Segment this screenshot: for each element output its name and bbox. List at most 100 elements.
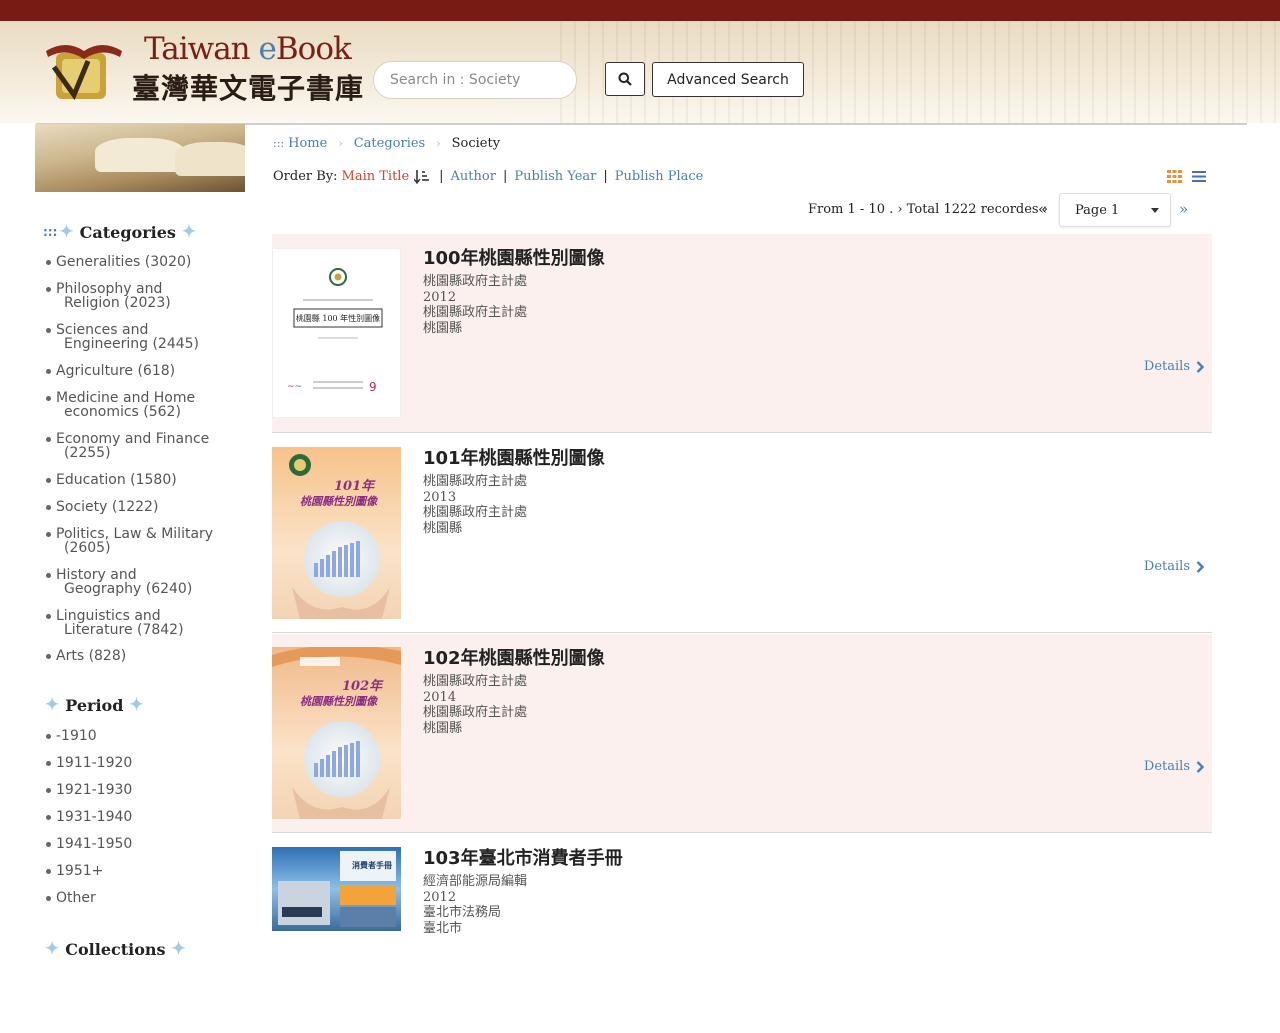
sidebar-book-image xyxy=(35,124,245,192)
star-ornament-icon: ✦ xyxy=(59,222,74,242)
category-item[interactable]: Generalities (3020) xyxy=(46,255,236,269)
result-meta: 桃園縣政府主計處 2014 桃園縣政府主計處 桃園縣 xyxy=(423,674,527,736)
result-publisher: 臺北市法務局 xyxy=(423,905,502,920)
category-item[interactable]: Medicine and Home economics (562) xyxy=(46,391,236,419)
chevron-right-icon xyxy=(1196,760,1204,773)
book-cover[interactable]: 102年 桃園縣性別圖像 xyxy=(272,647,401,819)
star-ornament-icon: ✦ xyxy=(181,222,197,242)
cover-graphic xyxy=(272,447,401,619)
result-meta: 桃園縣政府主計處 2013 桃園縣政府主計處 桃園縣 xyxy=(423,474,527,536)
categories-heading: ::: ✦ Categories ✦ xyxy=(43,222,197,242)
period-item[interactable]: 1951+ xyxy=(46,864,236,878)
breadcrumb: ::: Home › Categories › Society xyxy=(273,136,501,151)
breadcrumb-home[interactable]: Home xyxy=(288,136,327,151)
pagination: From 1 - 10 . › Total 1222 recordes › « … xyxy=(808,193,1198,229)
list-view-icon[interactable] xyxy=(1192,170,1206,183)
cover-year: 102年 xyxy=(342,679,383,694)
period-item[interactable]: 1911-1920 xyxy=(46,756,236,770)
star-ornament-icon: ✦ xyxy=(171,939,186,959)
cover-graphic: ~~ 9 xyxy=(287,268,383,394)
star-ornament-icon: ✦ xyxy=(45,695,60,715)
page-select[interactable]: Page 1 xyxy=(1059,193,1171,227)
search-icon xyxy=(618,72,632,86)
order-publish-year[interactable]: Publish Year xyxy=(514,169,596,184)
search-button[interactable] xyxy=(605,62,645,96)
cover-title: 消費者手冊 xyxy=(352,860,392,870)
category-item[interactable]: Philosophy and Religion (2023) xyxy=(46,282,236,310)
order-publish-place[interactable]: Publish Place xyxy=(615,169,704,184)
chevron-right-icon: › xyxy=(436,137,441,150)
result-author: 經濟部能源局編輯 xyxy=(423,874,528,889)
breadcrumb-categories[interactable]: Categories xyxy=(354,136,426,151)
logo-chinese: 臺灣華文電子書庫 xyxy=(132,72,365,105)
result-item: 102年 桃園縣性別圖像 102年桃園縣性別圖像 桃園縣政府主計處 2014 桃… xyxy=(272,634,1212,833)
first-page-button[interactable]: « xyxy=(1038,200,1047,218)
collections-heading: ✦ Collections ✦ xyxy=(45,939,186,959)
period-item[interactable]: 1931-1940 xyxy=(46,810,236,824)
category-item[interactable]: Society (1222) xyxy=(46,500,236,514)
result-author: 桃園縣政府主計處 xyxy=(423,674,528,689)
order-author[interactable]: Author xyxy=(451,169,496,184)
category-item[interactable]: Economy and Finance (2255) xyxy=(46,432,236,460)
chevron-right-icon: › xyxy=(338,137,343,150)
cover-title: 桃園縣 100 年性別圖像 xyxy=(295,314,381,323)
category-item[interactable]: Sciences and Engineering (2445) xyxy=(46,323,236,351)
result-meta: 桃園縣政府主計處 2012 桃園縣政府主計處 桃園縣 xyxy=(423,274,527,336)
next-page-button[interactable]: » xyxy=(1179,200,1188,218)
details-link[interactable]: Details xyxy=(1144,759,1204,774)
period-item[interactable]: 1921-1930 xyxy=(46,783,236,797)
order-main-title[interactable]: Main Title xyxy=(342,169,410,184)
order-by-bar: Order By: Main Title | Author | Publish … xyxy=(273,169,704,184)
details-link[interactable]: Details xyxy=(1144,359,1204,374)
period-item[interactable]: 1941-1950 xyxy=(46,837,236,851)
result-meta: 經濟部能源局編輯 2012 臺北市法務局 臺北市 xyxy=(423,874,527,936)
result-year: 2012 xyxy=(423,889,457,905)
result-year: 2013 xyxy=(423,489,457,505)
period-item[interactable]: Other xyxy=(46,891,236,905)
view-toggle xyxy=(1167,170,1206,183)
result-place: 臺北市 xyxy=(423,920,463,936)
advanced-search-button[interactable]: Advanced Search xyxy=(652,62,804,97)
category-item[interactable]: Politics, Law & Military (2605) xyxy=(46,527,236,555)
category-item[interactable]: Linguistics and Literature (7842) xyxy=(46,609,236,637)
category-item[interactable]: Education (1580) xyxy=(46,473,236,487)
star-ornament-icon: ✦ xyxy=(45,939,60,959)
chevron-right-icon xyxy=(1196,360,1204,373)
record-count: From 1 - 10 . › Total 1222 recordes › xyxy=(808,202,1048,217)
star-ornament-icon: ✦ xyxy=(129,695,144,715)
cover-title: 桃園縣性別圖像 xyxy=(300,695,377,708)
site-header: Taiwan eBook 臺灣華文電子書庫 Advanced Search xyxy=(0,21,1280,123)
sort-ascending-icon[interactable] xyxy=(414,169,430,184)
result-year: 2014 xyxy=(423,689,457,705)
details-link[interactable]: Details xyxy=(1144,559,1204,574)
result-title[interactable]: 101年桃園縣性別圖像 xyxy=(423,444,605,470)
result-title[interactable]: 100年桃園縣性別圖像 xyxy=(423,244,605,270)
svg-text:9: 9 xyxy=(369,380,377,394)
site-logo[interactable]: Taiwan eBook 臺灣華文電子書庫 xyxy=(40,31,363,117)
search-input[interactable] xyxy=(388,71,572,89)
grid-view-icon[interactable] xyxy=(1167,170,1182,183)
category-item[interactable]: History and Geography (6240) xyxy=(46,568,236,596)
result-title[interactable]: 103年臺北市消費者手冊 xyxy=(423,844,623,870)
category-item[interactable]: Agriculture (618) xyxy=(46,364,236,378)
result-item: 101年 桃園縣性別圖像 101年桃園縣性別圖像 桃園縣政府主計處 2013 桃… xyxy=(272,434,1212,633)
period-heading: ✦ Period ✦ xyxy=(45,695,144,715)
top-bar xyxy=(0,0,1280,21)
result-place: 桃園縣 xyxy=(423,320,463,336)
book-cover[interactable]: ~~ 9 桃園縣 100 年性別圖像 xyxy=(272,248,401,418)
period-item[interactable]: -1910 xyxy=(46,729,236,743)
chevron-right-icon xyxy=(1196,560,1204,573)
cover-title: 桃園縣性別圖像 xyxy=(300,495,377,508)
category-item[interactable]: Arts (828) xyxy=(46,649,236,663)
book-cover[interactable]: 消費者手冊 xyxy=(272,847,401,931)
book-cover[interactable]: 101年 桃園縣性別圖像 xyxy=(272,447,401,619)
result-title[interactable]: 102年桃園縣性別圖像 xyxy=(423,644,605,670)
order-by-label: Order By: xyxy=(273,169,338,184)
caret-down-icon xyxy=(1151,208,1159,213)
result-place: 桃園縣 xyxy=(423,720,463,736)
search-box[interactable] xyxy=(373,61,577,99)
result-year: 2012 xyxy=(423,289,457,305)
book-logo-icon xyxy=(46,45,122,101)
result-item: 消費者手冊 103年臺北市消費者手冊 經濟部能源局編輯 2012 臺北市法務局 … xyxy=(272,834,1212,1033)
cover-graphic xyxy=(272,647,401,819)
